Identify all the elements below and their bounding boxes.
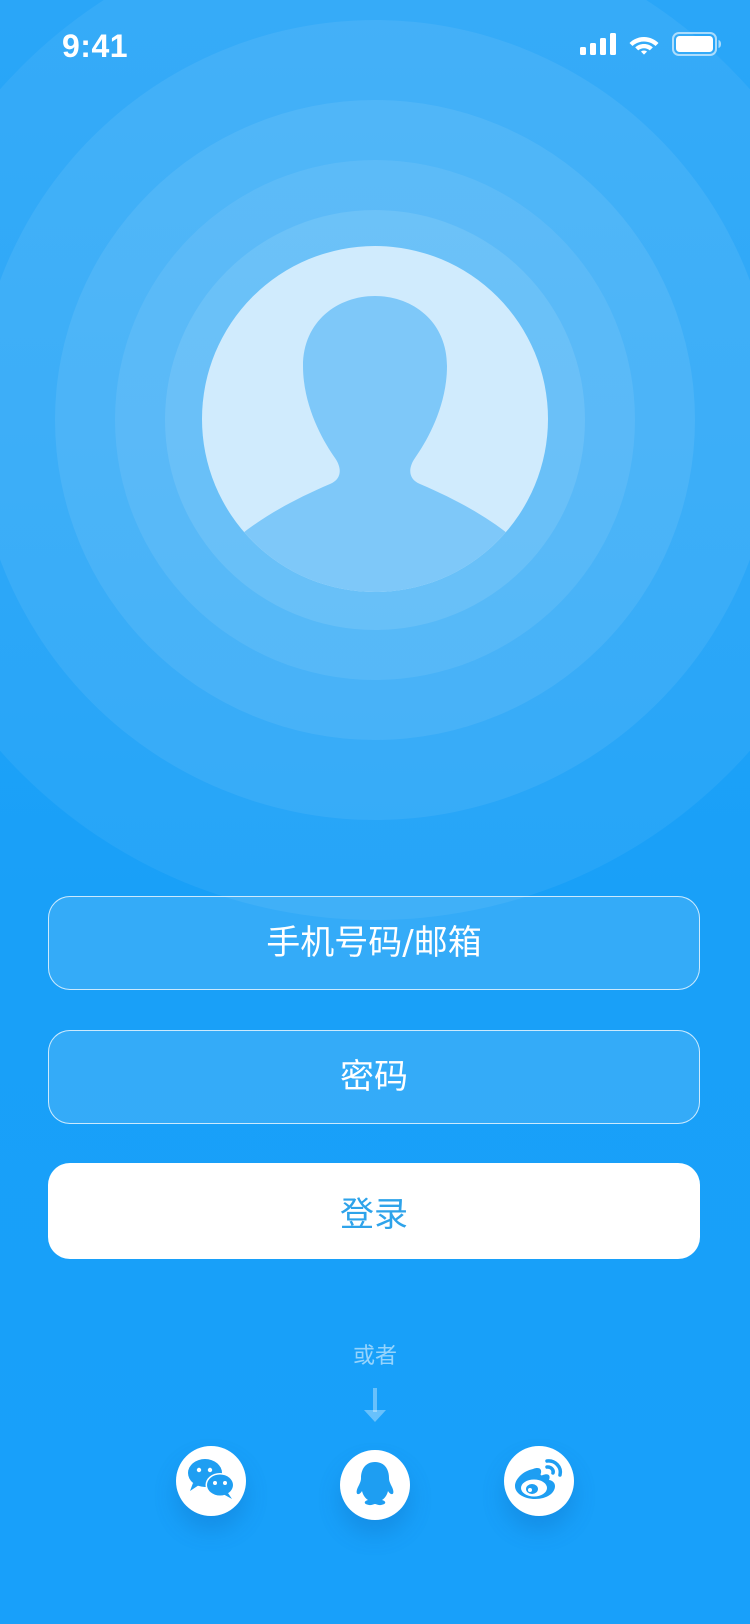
status-time: 9:41 (62, 28, 129, 64)
password-input[interactable] (48, 1030, 700, 1124)
cellular-signal-icon (580, 33, 616, 59)
wechat-login-button[interactable] (176, 1446, 246, 1516)
battery-icon (672, 32, 722, 60)
down-arrow-icon (363, 1388, 387, 1428)
qq-icon (355, 1460, 395, 1510)
login-button[interactable]: 登录 (48, 1163, 700, 1259)
avatar (202, 246, 548, 592)
wifi-icon (628, 33, 660, 59)
weibo-icon (513, 1457, 565, 1505)
status-icons (580, 32, 722, 60)
phone-email-input[interactable] (48, 896, 700, 990)
status-bar: 9:41 (0, 0, 750, 100)
user-silhouette-icon (202, 246, 548, 596)
wechat-icon (185, 1457, 237, 1505)
login-screen: 9:41 手机号码/邮箱 登录 或者 (0, 0, 750, 1624)
qq-login-button[interactable] (340, 1450, 410, 1520)
or-divider-text: 或者 (352, 1344, 397, 1369)
weibo-login-button[interactable] (504, 1446, 574, 1516)
